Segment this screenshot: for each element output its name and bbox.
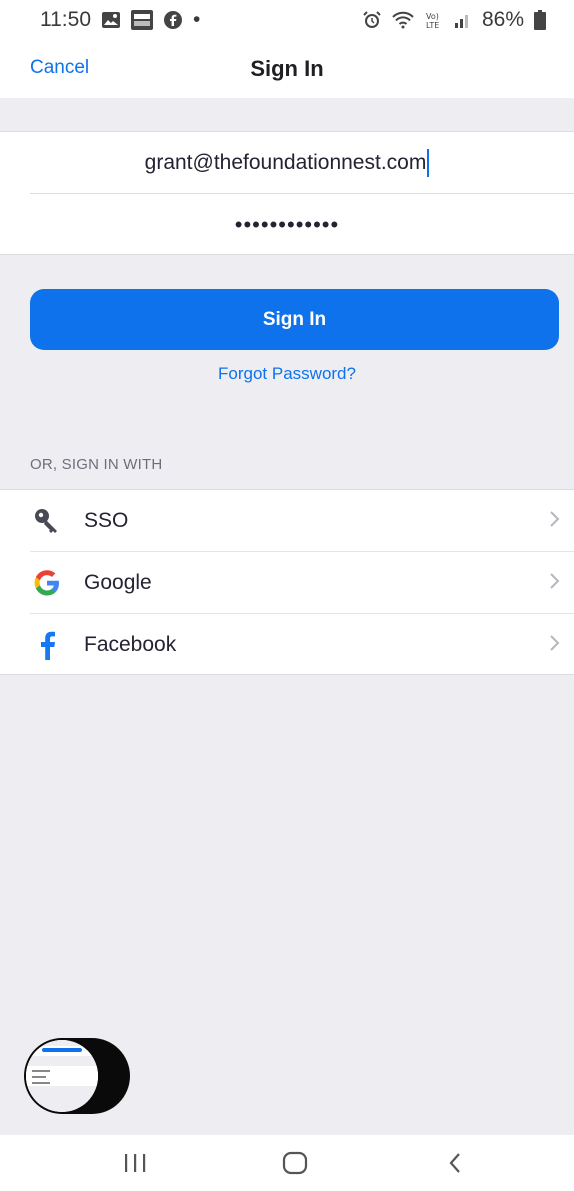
back-icon [449,1153,460,1173]
page-title: Sign In [250,56,324,81]
svg-text:Vo): Vo) [426,12,439,21]
google-icon [32,568,62,598]
email-field[interactable]: grant@thefoundationnest.com [30,132,574,194]
provider-label: Facebook [84,633,177,656]
alt-signin-section-label: OR, SIGN IN WITH [30,456,163,473]
google-provider-row[interactable]: Google [0,552,574,614]
chevron-right-icon [548,572,560,595]
app-preview-thumbnail-icon [26,1040,98,1112]
text-cursor [427,148,430,177]
provider-list: SSO Google Facebook [0,489,574,675]
recent-apps-button[interactable] [105,1135,165,1191]
wifi-icon [392,11,414,29]
navigation-header: Cancel Sign In [0,40,574,98]
chevron-right-icon [548,634,560,657]
credentials-form: grant@thefoundationnest.com •••••••••••• [0,131,574,255]
status-left: 11:50 • [40,8,200,32]
fox-news-icon [131,10,153,30]
alarm-icon [362,10,382,30]
sso-provider-row[interactable]: SSO [0,490,574,552]
chevron-right-icon [548,510,560,533]
email-value: grant@thefoundationnest.com [144,150,427,174]
battery-icon [534,10,546,30]
password-value: •••••••••••• [234,212,340,237]
status-time: 11:50 [40,8,91,31]
gallery-icon [101,11,121,29]
facebook-provider-row[interactable]: Facebook [0,614,574,676]
system-navigation-bar [0,1135,574,1191]
recents-icon [125,1154,146,1172]
key-icon [32,506,62,536]
home-button[interactable] [265,1135,325,1191]
volte-icon: Vo) LTE [424,10,444,30]
sign-in-button[interactable]: Sign In [30,289,559,350]
provider-label: Google [84,571,152,594]
status-right: Vo) LTE 86% [362,8,546,32]
password-field[interactable]: •••••••••••• [30,194,574,256]
svg-text:LTE: LTE [426,21,439,30]
back-button[interactable] [425,1135,485,1191]
facebook-icon [32,630,62,660]
forgot-password-link[interactable]: Forgot Password? [0,364,574,384]
provider-label: SSO [84,509,129,532]
app-preview-thumbnail [26,1040,98,1112]
status-dot: • [193,8,201,31]
home-icon [282,1151,308,1175]
status-bar: 11:50 • Vo) LTE 86% [0,0,574,40]
signal-icon [454,11,472,29]
battery-percent: 86% [481,8,524,31]
facebook-notification-icon [163,10,183,30]
floating-app-preview[interactable] [24,1038,130,1114]
